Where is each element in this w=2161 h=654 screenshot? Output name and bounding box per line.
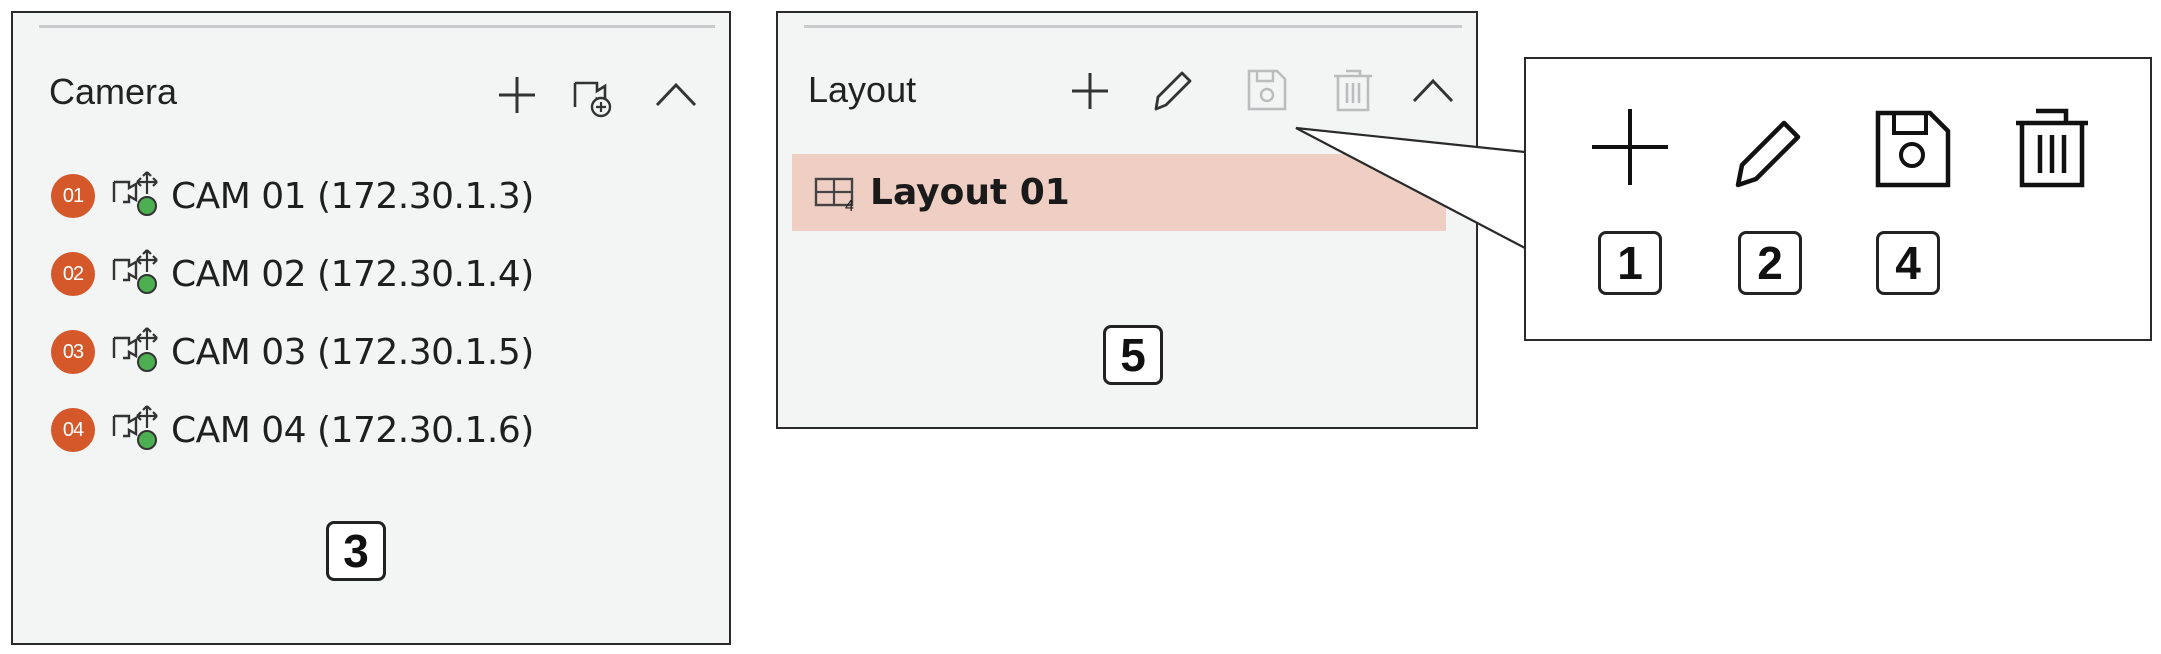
save-icon — [1872, 109, 1956, 193]
marker-1: 1 — [1598, 231, 1662, 295]
trash-icon — [2010, 107, 2094, 191]
marker-4: 4 — [1876, 231, 1940, 295]
zoom-callout: 1 2 4 — [1524, 57, 2152, 341]
pencil-icon — [1728, 109, 1812, 193]
plus-icon — [1588, 105, 1672, 189]
marker-2: 2 — [1738, 231, 1802, 295]
